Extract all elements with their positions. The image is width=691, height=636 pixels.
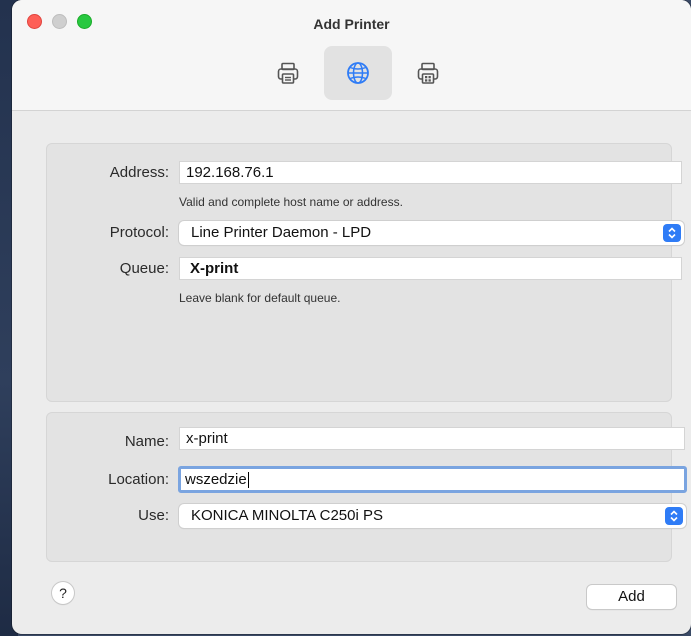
window-title: Add Printer — [313, 16, 390, 32]
add-button[interactable]: Add — [587, 585, 676, 609]
globe-icon — [347, 62, 369, 84]
printer-icon — [277, 62, 299, 84]
default-printer-tab[interactable] — [254, 46, 322, 100]
windows-printer-icon — [417, 62, 439, 84]
text-caret — [247, 472, 249, 489]
use-driver-value: KONICA MINOLTA C250i PS — [191, 507, 384, 524]
windows-printer-tab[interactable] — [394, 46, 462, 100]
use-label: Use: — [138, 507, 169, 524]
location-label: Location: — [108, 471, 169, 488]
location-value: wszedzie — [185, 471, 247, 488]
name-field[interactable]: x-print — [179, 427, 685, 450]
ip-connection-panel: Address: 192.168.76.1 Valid and complete… — [46, 143, 684, 402]
chevron-updown-icon — [665, 507, 683, 525]
queue-hint: Leave blank for default queue. — [179, 291, 341, 305]
ip-printer-tab[interactable] — [324, 46, 392, 100]
queue-label: Queue: — [119, 260, 169, 277]
protocol-value: Line Printer Daemon - LPD — [191, 224, 372, 241]
name-label: Name: — [124, 433, 169, 450]
location-field[interactable]: wszedzie — [178, 466, 687, 493]
use-driver-select[interactable]: KONICA MINOLTA C250i PS — [179, 504, 686, 528]
protocol-select[interactable]: Line Printer Daemon - LPD — [179, 221, 684, 245]
queue-field[interactable]: X-print — [179, 257, 682, 280]
address-label: Address: — [109, 164, 169, 181]
window-toolbar: Add Printer — [12, 0, 691, 111]
address-field[interactable]: 192.168.76.1 — [179, 161, 682, 184]
protocol-label: Protocol: — [109, 224, 169, 241]
help-button[interactable]: ? — [52, 582, 74, 604]
printer-details-panel: Name: x-print Location: wszedzie Use: KO… — [46, 412, 687, 562]
chevron-updown-icon — [663, 224, 681, 242]
add-printer-window: Add Printer Address: 192.168.76.1 Valid … — [12, 0, 691, 634]
address-hint: Valid and complete host name or address. — [179, 195, 403, 209]
